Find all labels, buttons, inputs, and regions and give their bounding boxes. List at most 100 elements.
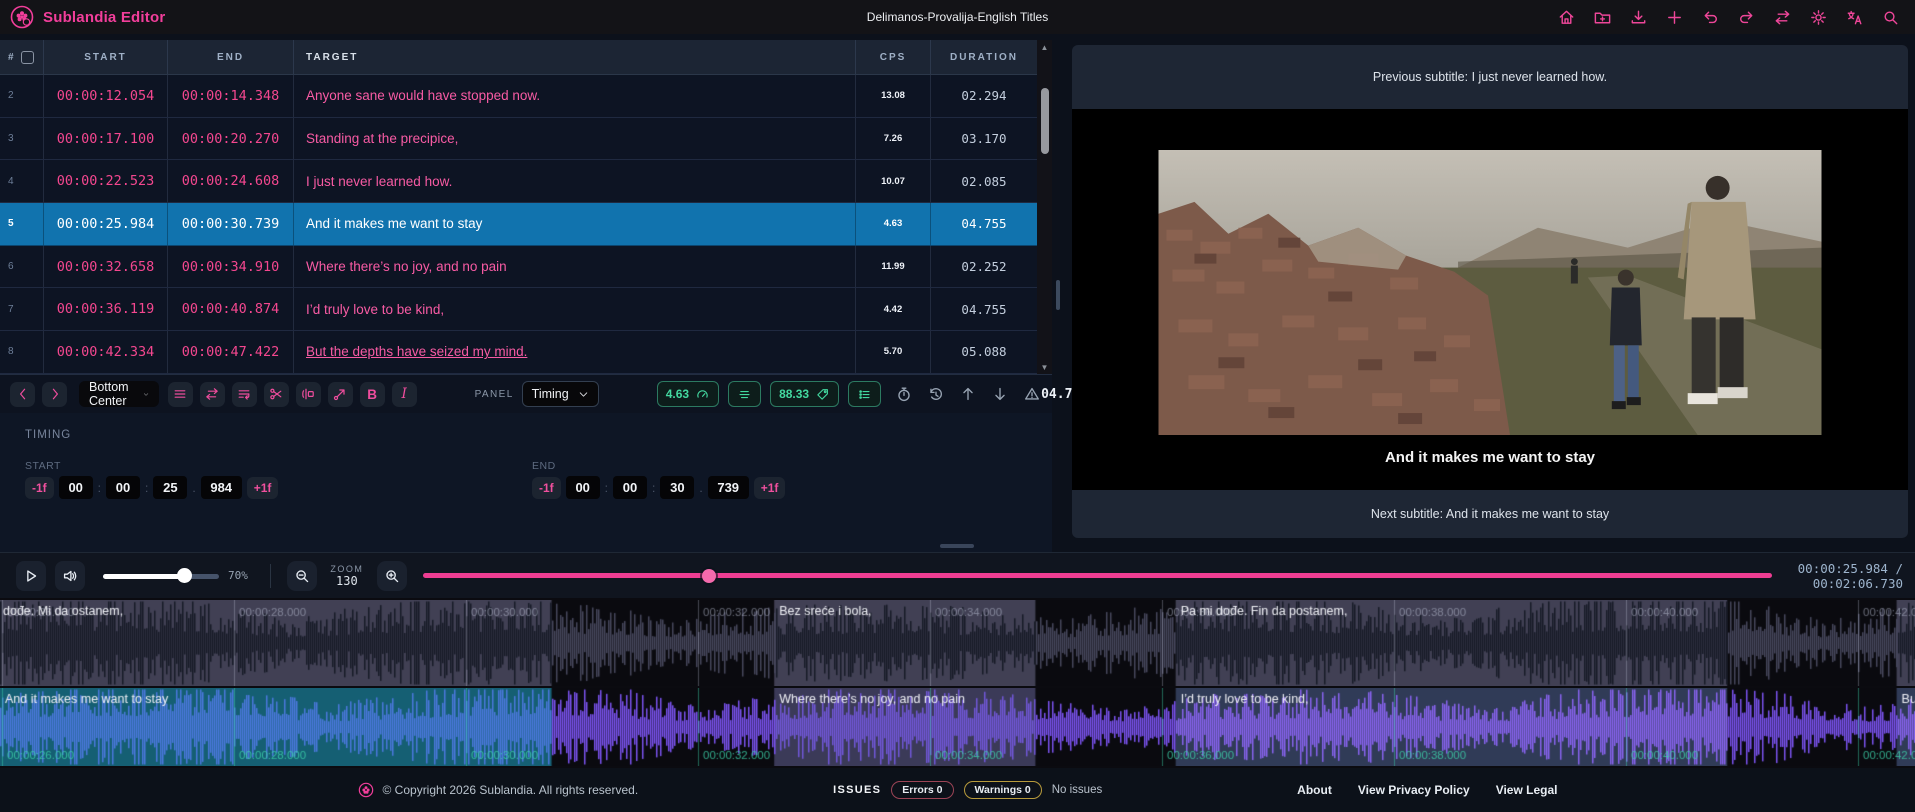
seek-bar[interactable] (422, 561, 1772, 591)
subtitle-position-select[interactable]: Bottom Center (79, 380, 159, 408)
header-target[interactable]: TARGET (293, 40, 855, 74)
milliseconds-field[interactable]: 984 (200, 476, 242, 499)
volume-thumb[interactable] (176, 568, 192, 583)
row-target-text[interactable]: And it makes me want to stay (293, 203, 855, 245)
row-target-text[interactable]: But the depths have seized my mind. (293, 331, 855, 373)
minutes-field[interactable]: 00 (613, 476, 648, 499)
row-target-text[interactable]: Where there’s no joy, and no pain (293, 245, 855, 288)
horizontal-resize-handle[interactable] (940, 544, 974, 548)
target-waveform-track[interactable] (0, 688, 1915, 766)
align-lines-button[interactable] (167, 381, 193, 407)
scrollbar-thumb[interactable] (1040, 88, 1049, 154)
insert-cue-button[interactable] (295, 381, 321, 407)
row-start-time[interactable]: 00:00:17.100 (43, 117, 167, 160)
table-row[interactable]: 4 00:00:22.523 00:00:24.608 I just never le… (0, 160, 1052, 204)
split-cue-button[interactable] (327, 381, 353, 407)
footer-link-view-legal[interactable]: View Legal (1496, 783, 1558, 797)
volume-slider[interactable] (103, 561, 219, 591)
row-start-time[interactable]: 00:00:36.119 (43, 288, 167, 331)
panel-select[interactable]: Timing (521, 381, 599, 407)
row-target-text[interactable]: I just never learned how. (293, 160, 855, 203)
row-end-time[interactable]: 00:00:24.608 (167, 160, 293, 203)
warning-button[interactable] (1023, 385, 1041, 403)
tag-badge[interactable]: 88.33 (770, 381, 840, 407)
header-end[interactable]: END (167, 40, 293, 74)
scroll-up-icon[interactable]: ▲ (1037, 40, 1052, 54)
row-end-time[interactable]: 00:00:47.422 (167, 331, 293, 373)
plus-one-frame-button[interactable]: +1f (753, 476, 786, 499)
table-row[interactable]: 2 00:00:12.054 00:00:14.348 Anyone sane wou… (0, 75, 1052, 118)
table-row[interactable]: 8 00:00:42.334 00:00:47.422 But the depths … (0, 331, 1052, 374)
history-button[interactable] (927, 385, 945, 403)
translate-button[interactable] (1844, 7, 1865, 28)
table-row[interactable]: 7 00:00:36.119 00:00:40.874 I’d truly love … (0, 288, 1052, 332)
header-cps[interactable]: CPS (855, 40, 930, 74)
previous-subtitle-button[interactable] (10, 381, 35, 407)
milliseconds-field[interactable]: 739 (707, 476, 749, 499)
row-end-time[interactable]: 00:00:20.270 (167, 117, 293, 160)
new-folder-button[interactable] (1592, 7, 1613, 28)
footer-link-about[interactable]: About (1297, 783, 1332, 797)
mute-button[interactable] (55, 560, 85, 591)
source-waveform-track[interactable] (0, 600, 1915, 686)
home-button[interactable] (1556, 7, 1577, 28)
row-start-time[interactable]: 00:00:12.054 (43, 75, 167, 117)
gauge-badge[interactable]: 4.63 (656, 381, 720, 407)
row-start-time[interactable]: 00:00:25.984 (43, 203, 167, 245)
row-end-time[interactable]: 00:00:14.348 (167, 75, 293, 117)
row-start-time[interactable]: 00:00:32.658 (43, 245, 167, 288)
warnings-badge[interactable]: Warnings 0 (963, 781, 1042, 799)
add-button[interactable] (1664, 7, 1685, 28)
stopwatch-button[interactable] (895, 385, 913, 403)
header-start[interactable]: START (43, 40, 167, 74)
hours-field[interactable]: 00 (565, 476, 600, 499)
table-row[interactable]: 6 00:00:32.658 00:00:34.910 Where there’s n… (0, 245, 1052, 289)
video-player[interactable]: And it makes me want to stay (1072, 109, 1908, 490)
row-end-time[interactable]: 00:00:40.874 (167, 288, 293, 331)
row-end-time[interactable]: 00:00:34.910 (167, 245, 293, 288)
minutes-field[interactable]: 00 (106, 476, 141, 499)
scroll-down-icon[interactable]: ▼ (1037, 360, 1052, 374)
next-subtitle-button[interactable] (42, 381, 67, 407)
align-left-badge[interactable] (728, 381, 762, 407)
bold-button[interactable]: B (359, 381, 385, 407)
arrow-up-button[interactable] (959, 385, 977, 403)
minus-one-frame-button[interactable]: -1f (25, 476, 54, 499)
arrow-down-button[interactable] (991, 385, 1009, 403)
undo-button[interactable] (1700, 7, 1721, 28)
seconds-field[interactable]: 30 (660, 476, 695, 499)
plus-one-frame-button[interactable]: +1f (246, 476, 279, 499)
row-target-text[interactable]: I’d truly love to be kind, (293, 288, 855, 331)
hours-field[interactable]: 00 (58, 476, 93, 499)
seconds-field[interactable]: 25 (153, 476, 188, 499)
search-button[interactable] (1880, 7, 1901, 28)
panel-splitter-handle[interactable] (1056, 280, 1060, 310)
row-target-text[interactable]: Anyone sane would have stopped now. (293, 75, 855, 117)
footer-link-view-privacy-policy[interactable]: View Privacy Policy (1358, 783, 1470, 797)
download-button[interactable] (1628, 7, 1649, 28)
wrap-lines-button[interactable] (231, 381, 257, 407)
row-end-time[interactable]: 00:00:30.739 (167, 203, 293, 245)
select-all-checkbox[interactable] (20, 50, 34, 64)
table-row[interactable]: 3 00:00:17.100 00:00:20.270 Standing at the… (0, 117, 1052, 161)
list-badge[interactable] (848, 381, 882, 407)
scissors-button[interactable] (263, 381, 289, 407)
seek-thumb[interactable] (701, 568, 716, 583)
redo-button[interactable] (1736, 7, 1757, 28)
zoom-in-button[interactable] (376, 560, 407, 591)
table-scrollbar[interactable]: ▲ ▼ (1037, 40, 1052, 374)
settings-button[interactable] (1808, 7, 1829, 28)
seek-track[interactable] (422, 573, 1772, 578)
play-button[interactable] (16, 560, 46, 591)
errors-badge[interactable]: Errors 0 (891, 781, 954, 799)
minus-one-frame-button[interactable]: -1f (532, 476, 561, 499)
transfer-button[interactable] (1772, 7, 1793, 28)
row-start-time[interactable]: 00:00:42.334 (43, 331, 167, 373)
table-row[interactable]: 5 00:00:25.984 00:00:30.739 And it makes me… (0, 203, 1052, 246)
row-target-text[interactable]: Standing at the precipice, (293, 117, 855, 160)
header-duration[interactable]: DURATION (930, 40, 1037, 74)
row-start-time[interactable]: 00:00:22.523 (43, 160, 167, 203)
italic-button[interactable]: I (391, 381, 417, 407)
zoom-out-button[interactable] (286, 560, 317, 591)
swap-lines-button[interactable] (199, 381, 225, 407)
